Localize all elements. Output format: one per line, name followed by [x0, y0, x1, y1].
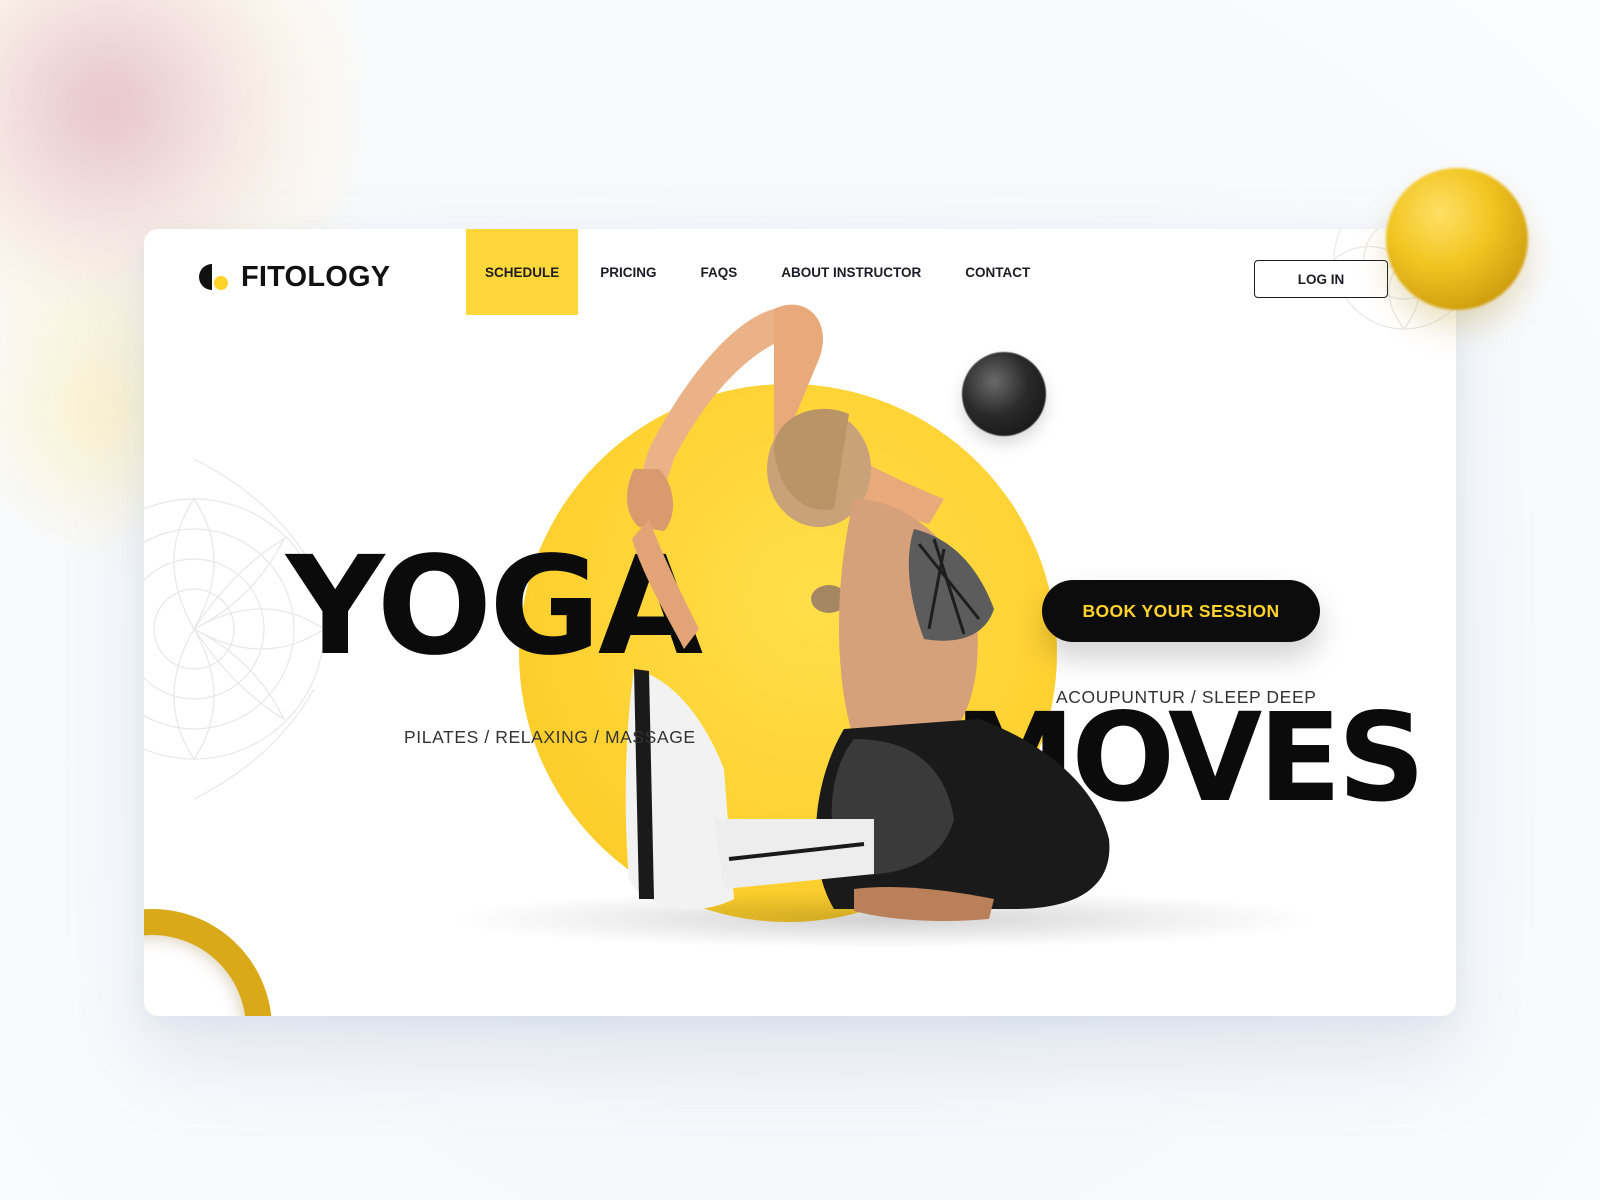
half-circle-dot-logo-icon — [199, 261, 231, 293]
hero-subtitle-left: PILATES / RELAXING / MASSAGE — [404, 727, 696, 747]
hero-subtitle-right: ACOUPUNTUR / SLEEP DEEP — [1056, 687, 1317, 707]
brand-logo[interactable]: FITOLOGY — [199, 259, 390, 295]
login-button[interactable]: LOG IN — [1254, 260, 1388, 298]
book-session-button[interactable]: BOOK YOUR SESSION — [1042, 580, 1320, 642]
landing-page-card: FITOLOGY SCHEDULE PRICING FAQS ABOUT INS… — [144, 229, 1456, 1016]
brand-name: FITOLOGY — [241, 260, 391, 293]
floating-gold-ball-decoration — [1386, 168, 1528, 310]
floating-black-ball-decoration — [962, 352, 1046, 436]
gold-torus-decoration — [144, 909, 272, 1016]
